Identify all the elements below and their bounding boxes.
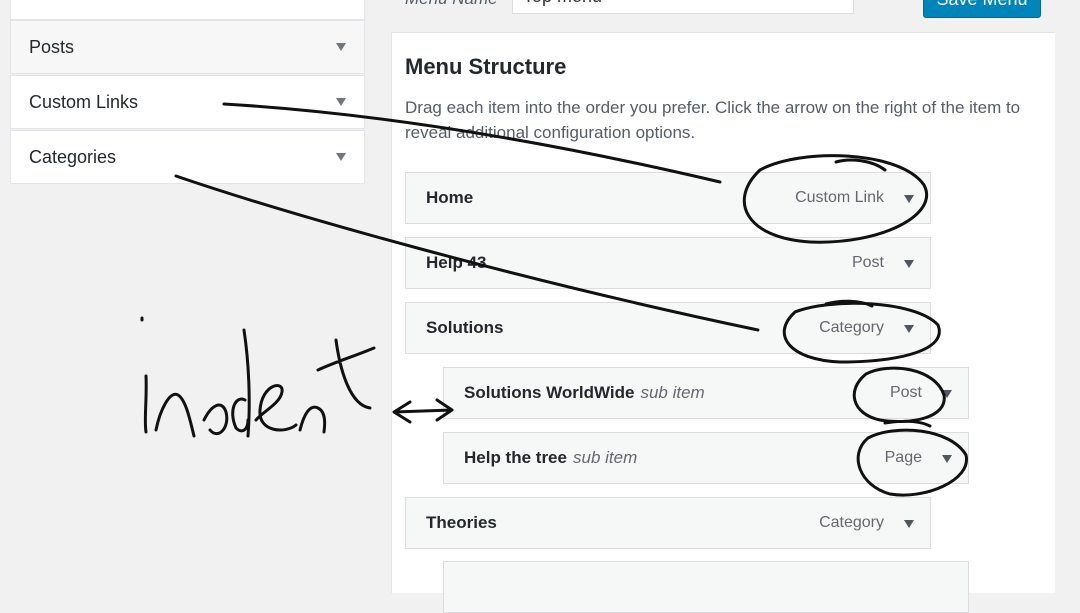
menu-item-type: Post <box>851 254 884 271</box>
menu-item-title-text: Help the tree <box>464 448 567 467</box>
accordion-categories[interactable]: Categories <box>10 130 365 184</box>
menu-item-solutions-worldwide[interactable]: Solutions WorldWide sub item Post <box>443 367 969 419</box>
accordion-posts-label: Posts <box>29 37 75 57</box>
menu-item-help-the-tree[interactable]: Help the tree sub item Page <box>443 432 969 484</box>
menu-item-help-43[interactable]: Help 43 Post <box>405 237 931 289</box>
menu-structure-title: Menu Structure <box>405 54 567 79</box>
menu-item-title: Help the tree sub item <box>464 448 637 468</box>
menu-item-title: Theories <box>426 513 497 532</box>
chevron-down-icon[interactable] <box>904 520 914 528</box>
chevron-down-icon[interactable] <box>904 195 914 203</box>
save-menu-button[interactable]: Save Menu <box>923 0 1041 18</box>
accordion-posts[interactable]: Posts <box>10 20 365 74</box>
sub-item-label: sub item <box>640 383 705 402</box>
chevron-down-icon[interactable] <box>336 43 346 51</box>
handwriting-indent <box>140 316 376 438</box>
menu-item-type: Page <box>884 449 922 466</box>
accordion-categories-label: Categories <box>29 147 117 167</box>
sub-item-label: sub item <box>572 448 638 467</box>
menu-item-title-text: Solutions WorldWide <box>464 383 635 402</box>
menu-item-solutions[interactable]: Solutions Category <box>405 302 931 354</box>
menu-item-title: Help 43 <box>426 253 487 272</box>
accordion-custom-links[interactable]: Custom Links <box>10 75 365 129</box>
menu-name-input[interactable] <box>512 0 854 14</box>
menu-item-next-partial[interactable] <box>443 561 969 613</box>
menu-item-type: Post <box>889 384 922 401</box>
menu-name-label: Menu Name <box>405 0 498 9</box>
menu-item-title: Solutions <box>426 318 504 337</box>
chevron-down-icon[interactable] <box>904 325 914 333</box>
chevron-down-icon[interactable] <box>336 98 346 106</box>
chevron-down-icon[interactable] <box>336 153 346 161</box>
chevron-down-icon[interactable] <box>942 455 952 463</box>
menu-item-home[interactable]: Home Custom Link <box>405 172 931 224</box>
chevron-down-icon[interactable] <box>942 390 952 398</box>
menu-item-type: Custom Link <box>795 189 884 206</box>
chevron-down-icon[interactable] <box>904 260 914 268</box>
menu-structure-help: Drag each item into the order you prefer… <box>405 98 1021 142</box>
menu-item-type: Category <box>819 319 884 336</box>
menu-item-type: Category <box>819 514 884 531</box>
accordion-custom-links-label: Custom Links <box>29 92 139 112</box>
menu-item-title: Solutions WorldWide sub item <box>464 383 705 403</box>
menu-item-title: Home <box>426 188 474 207</box>
accordion-pages-partial[interactable] <box>10 0 365 20</box>
menu-item-theories[interactable]: Theories Category <box>405 497 931 549</box>
